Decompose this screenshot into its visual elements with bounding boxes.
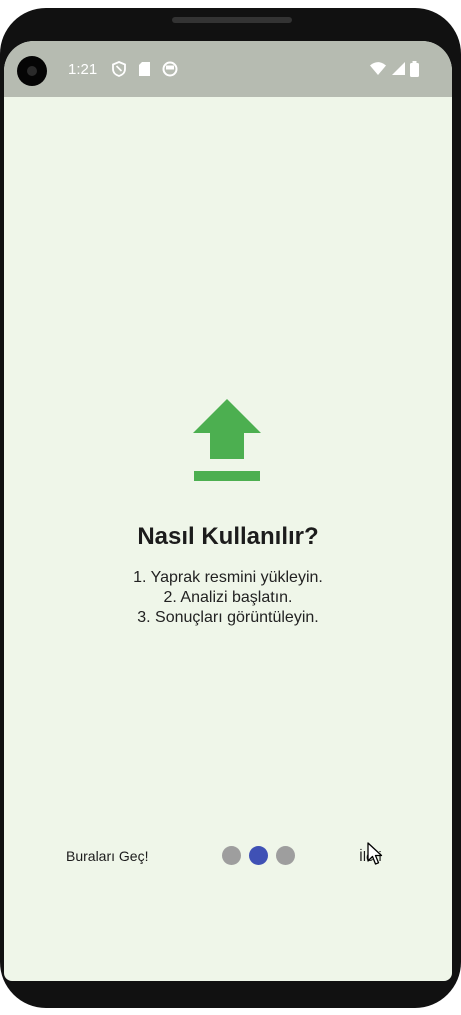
shield-icon — [112, 61, 126, 82]
page-dot-3[interactable] — [276, 846, 295, 865]
mouse-cursor-icon — [367, 842, 383, 871]
app-screen: 1:21 Nasıl Kullanılır? 1. Yaprak resmini… — [4, 41, 452, 981]
status-time: 1:21 — [68, 61, 98, 78]
step-1: 1. Yaprak resmini yükleyin. — [133, 569, 323, 586]
phone-frame: 1:21 Nasıl Kullanılır? 1. Yaprak resmini… — [0, 8, 461, 1008]
sd-card-icon — [138, 61, 151, 82]
front-camera — [17, 56, 47, 86]
upload-icon — [193, 399, 261, 488]
page-dot-2-active[interactable] — [249, 846, 268, 865]
page-dot-1[interactable] — [222, 846, 241, 865]
face-circle-icon — [162, 61, 178, 82]
speaker-slot — [172, 17, 292, 23]
step-3: 3. Sonuçları görüntüleyin. — [137, 609, 319, 626]
skip-button[interactable]: Buraları Geç! — [66, 848, 148, 864]
battery-icon — [410, 61, 419, 82]
signal-icon — [391, 61, 406, 81]
status-bar: 1:21 — [4, 41, 452, 97]
wifi-icon — [369, 61, 387, 81]
step-2: 2. Analizi başlatın. — [163, 589, 293, 606]
page-title: Nasıl Kullanılır? — [137, 523, 319, 550]
onboarding-footer: Buraları Geç! İleri — [4, 845, 452, 869]
steps-list: 1. Yaprak resmini yükleyin. 2. Analizi b… — [4, 568, 452, 628]
